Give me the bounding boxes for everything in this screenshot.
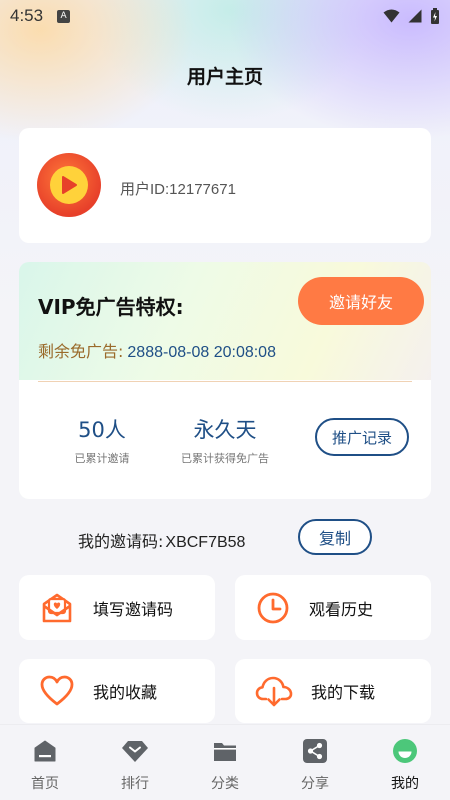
remaining-date: 2888-08-08 20:08:08 <box>127 344 276 361</box>
tab-ranking[interactable]: 排行 <box>90 725 180 800</box>
invite-code-label: 我的邀请码: <box>78 532 164 551</box>
invite-code-row: 我的邀请码: XBCF7B58 <box>78 528 245 552</box>
avatar[interactable] <box>37 153 101 217</box>
invited-label: 已累计邀请 <box>74 452 130 465</box>
bottom-tab-bar: 首页 排行 分类 分享 我的 <box>0 724 450 800</box>
menu-label: 填写邀请码 <box>93 599 174 619</box>
user-id: 用户ID:12177671 <box>120 181 236 198</box>
home-icon <box>34 740 56 762</box>
play-icon <box>50 166 88 204</box>
invite-code-value: XBCF7B58 <box>165 534 246 551</box>
tab-label: 我的 <box>391 776 419 792</box>
folder-icon <box>214 743 236 761</box>
profile-card[interactable]: 用户ID:12177671 <box>19 128 431 243</box>
tab-mine[interactable]: 我的 <box>360 725 450 800</box>
remaining-row: 剩余免广告: 2888-08-08 20:08:08 <box>38 338 276 362</box>
invited-count: 50人 <box>78 418 126 442</box>
tab-label: 排行 <box>121 776 149 792</box>
status-indicator: A <box>57 9 71 23</box>
envelope-heart-icon <box>42 593 72 622</box>
invited-stat: 50人 已累计邀请 <box>47 414 157 466</box>
earned-value: 永久天 <box>193 418 257 442</box>
earned-label: 已累计获得免广告 <box>181 452 269 465</box>
battery-icon <box>431 7 439 24</box>
page-title: 用户主页 <box>186 66 263 88</box>
status-bar: 4:53 A <box>0 0 450 32</box>
tab-share[interactable]: 分享 <box>270 725 360 800</box>
menu-label: 我的收藏 <box>93 683 158 702</box>
vip-title: VIP免广告特权: <box>38 295 184 319</box>
signal-icon <box>408 9 422 23</box>
menu-label: 我的下载 <box>311 683 376 702</box>
share-icon <box>303 739 327 763</box>
tab-label: 分享 <box>301 776 329 792</box>
menu-my-downloads[interactable]: 我的下载 <box>235 659 431 723</box>
tab-label: 首页 <box>31 776 59 792</box>
copy-button[interactable]: 复制 <box>298 519 372 555</box>
menu-enter-invite-code[interactable]: 填写邀请码 <box>19 575 215 640</box>
promotion-records-button[interactable]: 推广记录 <box>315 418 409 456</box>
menu-label: 观看历史 <box>309 599 374 619</box>
wifi-icon <box>383 9 400 23</box>
status-icons <box>383 7 440 25</box>
tab-home[interactable]: 首页 <box>0 725 90 800</box>
profile-icon <box>393 739 417 763</box>
tab-label: 分类 <box>211 776 239 792</box>
heart-icon <box>40 675 74 706</box>
invite-friends-button[interactable]: 邀请好友 <box>298 277 424 325</box>
vip-card: VIP免广告特权: 邀请好友 剩余免广告: 2888-08-08 20:08:08… <box>19 262 431 499</box>
remaining-label: 剩余免广告: <box>38 342 124 361</box>
earned-stat: 永久天 已累计获得免广告 <box>165 414 285 466</box>
divider <box>38 381 412 382</box>
status-time: 4:53 <box>10 6 44 25</box>
menu-watch-history[interactable]: 观看历史 <box>235 575 431 640</box>
diamond-icon <box>122 741 148 762</box>
menu-my-favorites[interactable]: 我的收藏 <box>19 659 215 723</box>
tab-category[interactable]: 分类 <box>180 725 270 800</box>
clock-icon <box>257 592 289 623</box>
cloud-download-icon <box>255 676 293 707</box>
